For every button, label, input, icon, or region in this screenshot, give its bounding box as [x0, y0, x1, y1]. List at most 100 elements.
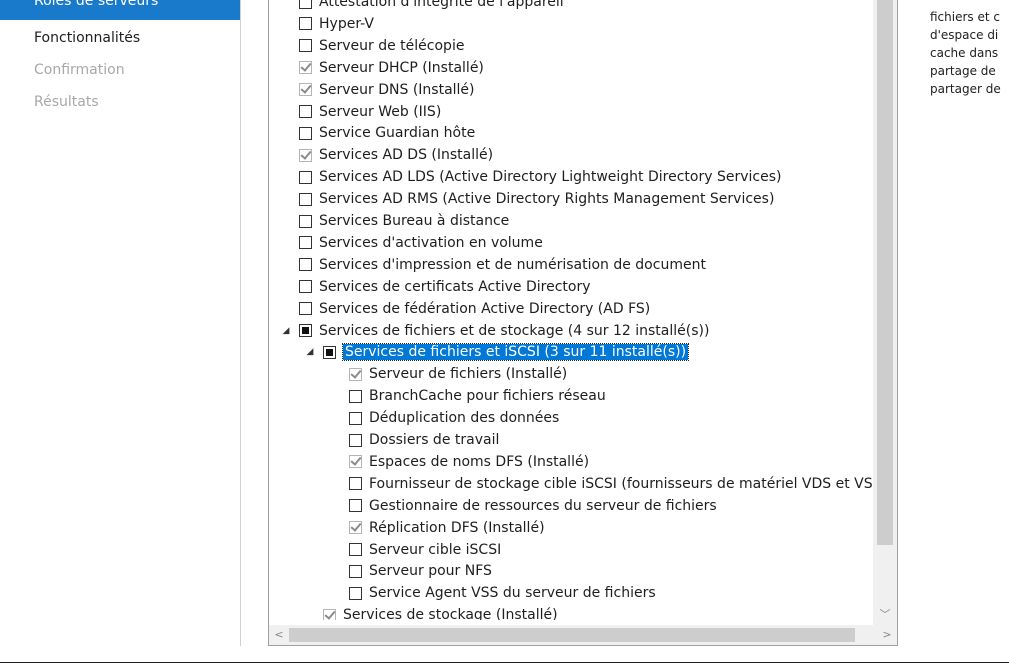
tree-row[interactable]: BranchCache pour fichiers réseau: [349, 385, 606, 407]
tree-row[interactable]: Services d'impression et de numérisation…: [299, 254, 706, 276]
role-label: Serveur Web (IIS): [319, 103, 442, 120]
tree-row[interactable]: Réplication DFS (Installé): [349, 517, 545, 539]
role-label: Gestionnaire de ressources du serveur de…: [369, 497, 717, 514]
nav-item-server-roles[interactable]: Rôles de serveurs: [0, 0, 240, 20]
role-checkbox[interactable]: [349, 564, 362, 578]
role-checkbox[interactable]: [349, 521, 362, 535]
scroll-right-arrow-icon[interactable]: >: [877, 625, 897, 645]
roles-tree-panel: Attestation d'intégrité de l'appareil Hyp…: [268, 0, 898, 646]
tree-row[interactable]: ◢ Services de fichiers et iSCSI (3 sur 11…: [307, 341, 690, 363]
bottom-divider: [0, 662, 1009, 663]
tree-row[interactable]: Déduplication des données: [349, 407, 559, 429]
role-checkbox[interactable]: [349, 367, 362, 381]
tree-row[interactable]: Services d'activation en volume: [299, 232, 543, 254]
role-checkbox[interactable]: [299, 280, 312, 294]
role-label: Services de fédération Active Directory …: [319, 300, 651, 317]
role-label: Réplication DFS (Installé): [369, 519, 545, 536]
expand-collapse-icon[interactable]: ◢: [305, 347, 315, 357]
description-line: d'espace di: [930, 28, 999, 42]
tree-row[interactable]: Gestionnaire de ressources du serveur de…: [349, 495, 717, 517]
role-label: Déduplication des données: [369, 410, 560, 427]
role-label: Services de stockage (Installé): [343, 607, 558, 620]
role-label: Services de fichiers et iSCSI (3 sur 11 …: [341, 343, 690, 362]
role-label: Service Agent VSS du serveur de fichiers: [369, 585, 656, 602]
role-label: Serveur de télécopie: [319, 37, 465, 54]
role-checkbox[interactable]: [349, 433, 362, 447]
role-checkbox[interactable]: [299, 105, 312, 118]
role-label: Services AD LDS (Active Directory Lightw…: [319, 169, 782, 186]
role-label: Service Guardian hôte: [319, 125, 476, 142]
scroll-down-arrow-icon[interactable]: ﹀: [873, 605, 897, 625]
tree-row[interactable]: Attestation d'intégrité de l'appareil: [299, 0, 564, 13]
role-checkbox[interactable]: [349, 411, 362, 425]
tree-row[interactable]: Dossiers de travail: [349, 429, 499, 451]
role-label: Fournisseur de stockage cible iSCSI (fou…: [369, 475, 873, 492]
expand-collapse-icon[interactable]: ◢: [281, 326, 291, 336]
role-checkbox[interactable]: [299, 39, 312, 53]
tree-row[interactable]: Serveur pour NFS: [349, 560, 492, 582]
role-checkbox[interactable]: [299, 83, 312, 97]
description-line: partage de: [930, 64, 996, 78]
role-label: Services d'activation en volume: [319, 234, 543, 251]
role-checkbox[interactable]: [349, 477, 362, 491]
tree-row[interactable]: Serveur de fichiers (Installé): [349, 363, 567, 385]
scroll-left-arrow-icon[interactable]: <: [269, 625, 289, 645]
role-label: Services de fichiers et de stockage (4 s…: [319, 322, 710, 339]
tree-row[interactable]: Services Bureau à distance: [299, 210, 509, 232]
role-checkbox[interactable]: [349, 586, 362, 600]
role-label: Dossiers de travail: [369, 432, 500, 448]
vertical-scrollbar[interactable]: ﹀: [873, 0, 897, 625]
role-checkbox[interactable]: [299, 126, 312, 140]
role-label: Services AD RMS (Active Directory Rights…: [319, 191, 775, 208]
horizontal-scroll-thumb[interactable]: [289, 628, 855, 642]
nav-item-features[interactable]: Fonctionnalités: [34, 29, 140, 47]
role-checkbox[interactable]: [299, 61, 312, 75]
tree-row[interactable]: Service Guardian hôte: [299, 122, 475, 144]
role-checkbox[interactable]: [299, 302, 312, 316]
role-label: Attestation d'intégrité de l'appareil: [319, 0, 564, 10]
tree-row[interactable]: ◢ Services de fichiers et de stockage (4 …: [283, 320, 710, 342]
role-checkbox[interactable]: [299, 170, 312, 184]
tree-row[interactable]: Services de certificats Active Directory: [299, 276, 591, 298]
tree-row[interactable]: Hyper-V: [299, 13, 374, 35]
role-label: Espaces de noms DFS (Installé): [369, 453, 590, 470]
nav-item-results: Résultats: [34, 94, 99, 110]
tree-row[interactable]: Fournisseur de stockage cible iSCSI (fou…: [349, 473, 873, 495]
tree-row[interactable]: Service Agent VSS du serveur de fichiers: [349, 582, 656, 604]
tree-row[interactable]: Serveur de télécopie: [299, 35, 464, 57]
role-checkbox[interactable]: [349, 499, 362, 513]
role-checkbox[interactable]: [299, 236, 312, 250]
role-checkbox[interactable]: [299, 0, 312, 9]
role-checkbox[interactable]: [349, 389, 362, 403]
tree-row[interactable]: Serveur DNS (Installé): [299, 79, 475, 101]
tree-row[interactable]: Serveur Web (IIS): [299, 101, 441, 123]
tree-row[interactable]: Services de fédération Active Directory …: [299, 298, 650, 320]
role-description: fichiers et c d'espace di cache dans par…: [930, 8, 1009, 98]
role-checkbox[interactable]: [299, 192, 312, 206]
description-line: partager de: [930, 82, 1001, 96]
description-line: fichiers et c: [930, 10, 1000, 24]
horizontal-scrollbar[interactable]: < >: [269, 625, 897, 645]
vertical-scroll-thumb[interactable]: [877, 0, 893, 545]
nav-item-confirmation: Confirmation: [34, 62, 125, 78]
roles-tree: Attestation d'intégrité de l'appareil Hyp…: [269, 0, 874, 620]
role-checkbox[interactable]: [299, 214, 312, 228]
tree-row[interactable]: Services AD RMS (Active Directory Rights…: [299, 188, 774, 210]
tree-row[interactable]: Services de stockage (Installé): [323, 604, 558, 620]
role-label: Services AD DS (Installé): [319, 147, 494, 164]
tree-row[interactable]: Services AD LDS (Active Directory Lightw…: [299, 166, 781, 188]
tree-row[interactable]: Serveur DHCP (Installé): [299, 57, 484, 79]
role-checkbox[interactable]: [299, 324, 312, 337]
role-checkbox[interactable]: [323, 345, 336, 359]
role-checkbox[interactable]: [299, 148, 312, 162]
tree-row[interactable]: Services AD DS (Installé): [299, 144, 493, 166]
role-label: Services de certificats Active Directory: [319, 278, 591, 295]
role-checkbox[interactable]: [299, 258, 312, 272]
role-checkbox[interactable]: [299, 17, 312, 31]
role-checkbox[interactable]: [349, 455, 362, 469]
tree-row[interactable]: Espaces de noms DFS (Installé): [349, 451, 589, 473]
role-checkbox[interactable]: [349, 543, 362, 556]
tree-row[interactable]: Serveur cible iSCSI: [349, 539, 501, 561]
role-label: Serveur DHCP (Installé): [319, 59, 484, 76]
role-checkbox[interactable]: [323, 608, 336, 620]
